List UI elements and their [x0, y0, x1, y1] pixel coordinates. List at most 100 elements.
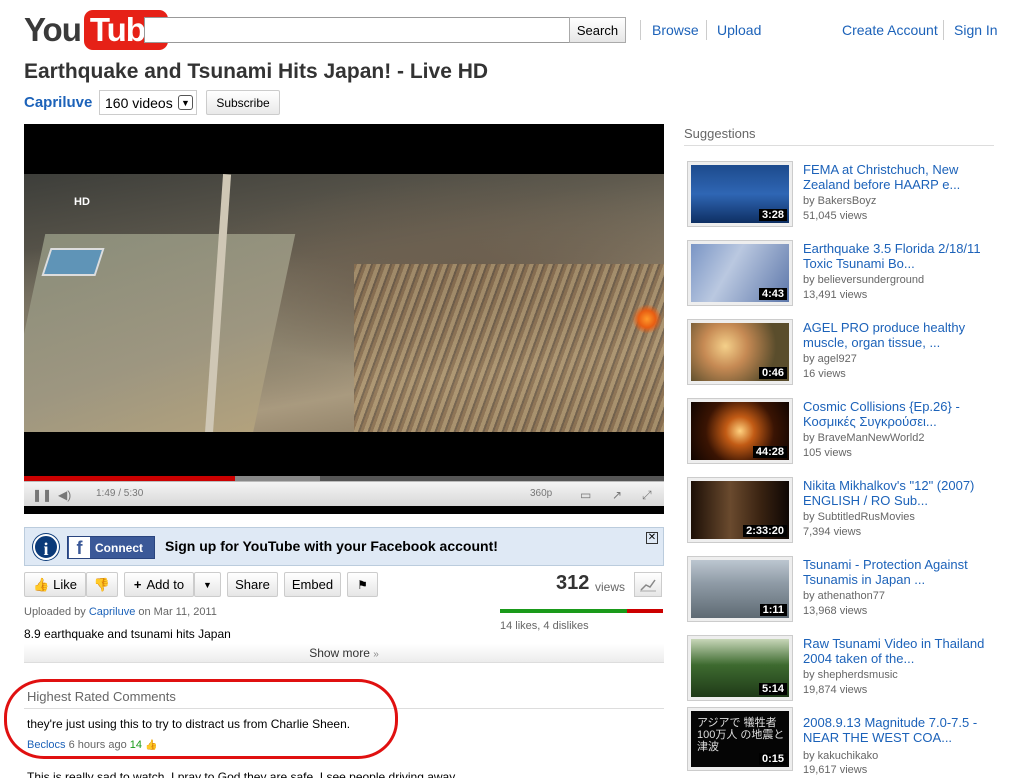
nav-separator [706, 20, 707, 40]
flag-button[interactable]: ⚑ [347, 572, 378, 597]
share-label: Share [235, 577, 270, 592]
rating-bar-likes [500, 609, 627, 613]
plus-icon: + [133, 577, 142, 592]
suggestion-title-link[interactable]: FEMA at Christchuch, New Zealand before … [803, 162, 988, 192]
show-more-button[interactable]: Show more » [24, 644, 664, 663]
share-button[interactable]: Share [227, 572, 278, 597]
suggestion-item[interactable]: 5:14 Raw Tsunami Video in Thailand 2004 … [688, 636, 998, 706]
suggestion-views: 16 views [803, 368, 846, 380]
add-to-label: Add to [146, 577, 185, 592]
suggestion-title-link[interactable]: Cosmic Collisions {Ep.26} - Κοσμικές Συγ… [803, 399, 988, 429]
suggestion-user: by BakersBoyz [803, 195, 877, 207]
hd-badge: HD [74, 196, 90, 208]
dislike-button[interactable]: 👎 [86, 572, 118, 597]
video-frame-debris [354, 264, 664, 432]
suggestion-item[interactable]: 44:28 Cosmic Collisions {Ep.26} - Κοσμικ… [688, 399, 998, 469]
views-label: views [595, 580, 626, 594]
stats-button[interactable] [634, 572, 662, 597]
thumbs-up-icon: 👍 [32, 576, 50, 592]
suggestion-thumbnail[interactable]: 4:43 [688, 241, 792, 305]
rating-bar [500, 609, 663, 613]
facebook-icon: f [69, 537, 90, 558]
suggestion-title-link[interactable]: Nikita Mikhalkov's "12" (2007) ENGLISH /… [803, 478, 988, 508]
suggestion-title-link[interactable]: AGEL PRO produce healthy muscle, organ t… [803, 320, 988, 350]
suggestion-title-link[interactable]: Raw Tsunami Video in Thailand 2004 taken… [803, 636, 988, 666]
videos-count-dropdown[interactable]: 160 videos ▼ [99, 90, 197, 115]
thumbs-up-icon[interactable]: 👍 [145, 740, 157, 751]
suggestion-item[interactable]: 1:11 Tsunami - Protection Against Tsunam… [688, 557, 998, 627]
suggestion-title-link[interactable]: Earthquake 3.5 Florida 2/18/11 Toxic Tsu… [803, 241, 988, 271]
chevron-down-icon: ▼ [203, 579, 212, 590]
uploader-link[interactable]: Capriluve [89, 606, 135, 618]
fullscreen-icon[interactable]: ⤢ [642, 488, 652, 503]
widescreen-icon[interactable]: ▭ [580, 488, 591, 502]
video-frame-pool [41, 248, 105, 276]
quality-button[interactable]: 360p [530, 488, 552, 499]
video-player[interactable]: HD ❚❚ ◀) 1:49 / 5:30 360p ▭ ↗ ⤢ [24, 124, 664, 514]
suggestions-divider [684, 145, 994, 146]
suggestion-user: by SubtitledRusMovies [803, 511, 915, 523]
flag-icon: ⚑ [357, 577, 368, 592]
facebook-connect-button[interactable]: f Connect [67, 536, 155, 559]
suggestions-heading: Suggestions [684, 126, 756, 141]
close-icon[interactable]: ✕ [646, 532, 658, 544]
volume-icon[interactable]: ◀) [58, 488, 71, 502]
suggestion-thumbnail[interactable]: 2:33:20 [688, 478, 792, 542]
popout-icon[interactable]: ↗ [612, 488, 622, 502]
pause-icon[interactable]: ❚❚ [32, 488, 52, 502]
suggestion-thumbnail[interactable]: 44:28 [688, 399, 792, 463]
duration-badge: 44:28 [752, 446, 787, 458]
suggestion-views: 13,968 views [803, 605, 868, 617]
nav-upload-link[interactable]: Upload [717, 22, 761, 38]
like-label: Like [53, 577, 78, 592]
comment-text: they're just using this to try to distra… [27, 717, 351, 731]
comments-divider [24, 708, 664, 709]
add-to-dropdown[interactable]: ▼ [194, 572, 221, 597]
chevron-down-icon: ▼ [178, 95, 193, 110]
suggestion-title-link[interactable]: 2008.9.13 Magnitude 7.0-7.5 - NEAR THE W… [803, 715, 988, 745]
suggestion-thumbnail[interactable]: 3:28 [688, 162, 792, 226]
facebook-banner-message: Sign up for YouTube with your Facebook a… [165, 538, 498, 554]
comment-score: 14 [129, 739, 143, 751]
player-controls: ❚❚ ◀) 1:49 / 5:30 360p ▭ ↗ ⤢ [24, 481, 664, 506]
masthead: You Tube Search Browse Upload Create Acc… [0, 0, 1012, 56]
suggestion-item[interactable]: 3:28 FEMA at Christchuch, New Zealand be… [688, 162, 998, 232]
double-chevron-down-icon: » [373, 649, 379, 660]
suggestion-title-link[interactable]: Tsunami - Protection Against Tsunamis in… [803, 557, 988, 587]
suggestion-user: by agel927 [803, 353, 857, 365]
duration-badge: 5:14 [758, 683, 787, 695]
uploaded-prefix: Uploaded by [24, 606, 86, 618]
embed-button[interactable]: Embed [284, 572, 341, 597]
facebook-banner: i f Connect Sign up for YouTube with you… [24, 527, 664, 566]
info-icon: i [33, 534, 59, 560]
video-frame[interactable]: HD [24, 174, 664, 432]
nav-sign-in-link[interactable]: Sign In [954, 22, 998, 38]
facebook-connect-label: Connect [95, 540, 143, 555]
suggestion-item[interactable]: 2:33:20 Nikita Mikhalkov's "12" (2007) E… [688, 478, 998, 548]
suggestion-thumbnail[interactable]: アジアで 犠牲者100万人 の地震と津波 0:15 [688, 708, 792, 770]
comment-author-link[interactable]: Beclocs [27, 739, 66, 751]
suggestion-thumbnail[interactable]: 0:46 [688, 320, 792, 384]
nav-browse-link[interactable]: Browse [652, 22, 699, 38]
nav-create-account-link[interactable]: Create Account [842, 22, 938, 38]
add-to-button[interactable]: + Add to [124, 572, 194, 597]
videos-count-label: 160 videos [105, 94, 173, 111]
video-description: 8.9 earthquake and tsunami hits Japan [24, 627, 231, 641]
channel-link[interactable]: Capriluve [24, 94, 92, 111]
suggestion-user: by kakuchikako [803, 750, 879, 762]
search-button[interactable]: Search [569, 17, 626, 43]
suggestion-item[interactable]: 4:43 Earthquake 3.5 Florida 2/18/11 Toxi… [688, 241, 998, 311]
like-button[interactable]: 👍 Like [24, 572, 86, 597]
subscribe-button[interactable]: Subscribe [206, 90, 280, 115]
duration-badge: 2:33:20 [743, 525, 787, 537]
suggestion-thumbnail[interactable]: 1:11 [688, 557, 792, 621]
search-input[interactable] [144, 17, 570, 43]
views-count: 312 [556, 572, 590, 594]
suggestion-item[interactable]: アジアで 犠牲者100万人 の地震と津波 0:15 2008.9.13 Magn… [688, 708, 998, 778]
suggestion-user: by athenathon77 [803, 590, 885, 602]
suggestion-item[interactable]: 0:46 AGEL PRO produce healthy muscle, or… [688, 320, 998, 390]
comment-time: 6 hours ago [68, 739, 127, 751]
duration-badge: 4:43 [758, 288, 787, 300]
comment-meta: Beclocs 6 hours ago 14 👍 [27, 739, 158, 751]
suggestion-thumbnail[interactable]: 5:14 [688, 636, 792, 700]
